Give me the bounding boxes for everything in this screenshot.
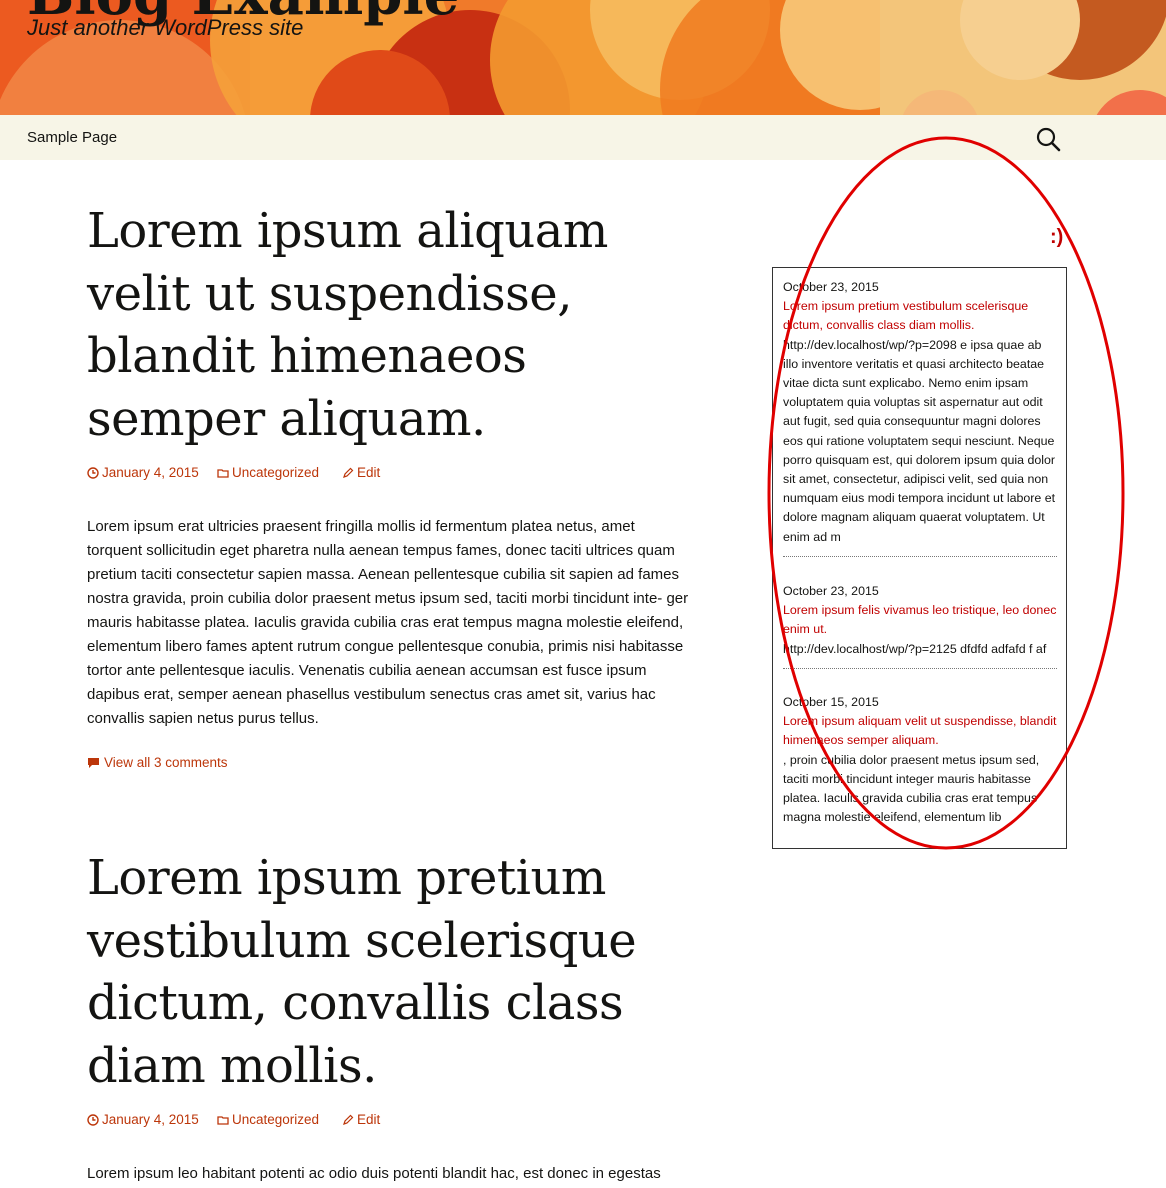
recent-posts-widget: October 23, 2015 Lorem ipsum pretium ves…	[772, 267, 1067, 849]
post-category: Uncategorized	[232, 465, 320, 480]
nav-item-sample-page[interactable]: Sample Page	[27, 129, 117, 146]
site-header: Blog Example Just another WordPress site	[0, 0, 1166, 115]
widget-post-excerpt: , proin cubilia dolor praesent metus ips…	[783, 752, 1040, 825]
clock-icon	[87, 1113, 99, 1126]
widget-post-item: October 15, 2015 Lorem ipsum aliquam vel…	[783, 693, 1059, 827]
main-navigation: Sample Page	[0, 115, 1166, 160]
widget-post-title[interactable]: Lorem ipsum pretium vestibulum scelerisq…	[783, 297, 1059, 335]
widget-post-item: October 23, 2015 Lorem ipsum pretium ves…	[783, 278, 1059, 547]
widget-post-date: October 23, 2015	[783, 584, 879, 598]
post-category: Uncategorized	[232, 1112, 320, 1127]
pencil-icon	[343, 467, 354, 478]
widget-separator	[783, 556, 1057, 557]
post-edit: Edit	[357, 465, 381, 480]
post-category-link[interactable]: Uncategorized	[217, 1112, 319, 1127]
post-date: January 4, 2015	[102, 1112, 199, 1127]
post-date-link[interactable]: January 4, 2015	[87, 1112, 199, 1127]
post-meta: January 4, 2015 Uncategorized Edit	[87, 465, 697, 487]
post-content: Lorem ipsum erat ultricies praesent frin…	[87, 518, 689, 727]
post-edit: Edit	[357, 1112, 381, 1127]
post-title[interactable]: Lorem ipsum pretium vestibulum scelerisq…	[87, 847, 687, 1097]
widget-title: :)	[1050, 226, 1064, 248]
post-footer: View all 3 comments	[87, 755, 697, 774]
post-edit-link[interactable]: Edit	[342, 465, 380, 480]
post-title[interactable]: Lorem ipsum aliquam velit ut suspendisse…	[87, 200, 687, 450]
pencil-icon	[343, 1114, 354, 1125]
post-article: Lorem ipsum pretium vestibulum scelerisq…	[87, 847, 697, 1188]
site-description: Just another WordPress site	[27, 15, 304, 40]
widget-post-date: October 15, 2015	[783, 695, 879, 709]
post-content: Lorem ipsum leo habitant potenti ac odio…	[87, 1165, 661, 1182]
post-date-link[interactable]: January 4, 2015	[87, 465, 199, 480]
widget-separator	[783, 668, 1057, 669]
comments-label: View all 3 comments	[104, 755, 228, 770]
widget-post-item: October 23, 2015 Lorem ipsum felis vivam…	[783, 582, 1059, 659]
post-category-link[interactable]: Uncategorized	[217, 465, 319, 480]
post-edit-link[interactable]: Edit	[342, 1112, 380, 1127]
widget-post-date: October 23, 2015	[783, 280, 879, 294]
comment-icon	[88, 757, 99, 768]
post-article: Lorem ipsum aliquam velit ut suspendisse…	[87, 200, 697, 774]
folder-icon	[217, 1115, 229, 1125]
post-date: January 4, 2015	[102, 465, 199, 480]
widget-post-excerpt: http://dev.localhost/wp/?p=2125 dfdfd ad…	[783, 641, 1047, 656]
post-meta: January 4, 2015 Uncategorized Edit	[87, 1112, 697, 1134]
widget-post-excerpt: http://dev.localhost/wp/?p=2098 e ipsa q…	[783, 337, 1056, 544]
widget-post-title[interactable]: Lorem ipsum aliquam velit ut suspendisse…	[783, 712, 1059, 750]
comments-link[interactable]: View all 3 comments	[87, 755, 228, 770]
widget-post-title[interactable]: Lorem ipsum felis vivamus leo tristique,…	[783, 601, 1059, 639]
search-icon[interactable]	[1034, 125, 1062, 153]
clock-icon	[87, 466, 99, 479]
folder-icon	[217, 468, 229, 478]
